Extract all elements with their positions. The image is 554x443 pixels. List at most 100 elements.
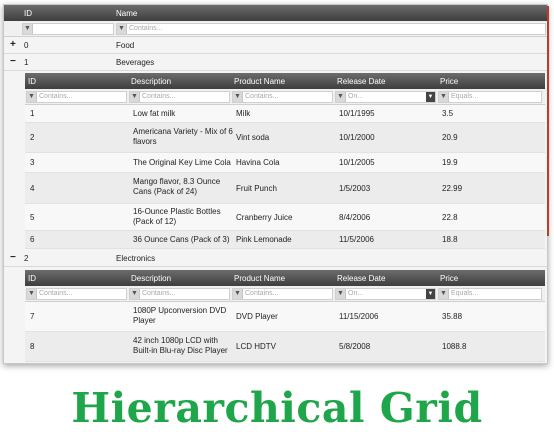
funnel-icon[interactable]: ▼ xyxy=(23,24,33,34)
collapse-toggle[interactable]: − xyxy=(10,252,16,263)
cell-id: 3 xyxy=(30,158,35,167)
cell-price: 1088.8 xyxy=(442,342,467,351)
child-row[interactable]: 5 16-Ounce Plastic Bottles (Pack of 12) … xyxy=(25,204,545,231)
funnel-icon[interactable]: ▼ xyxy=(336,92,346,102)
cell-price: 22.8 xyxy=(442,213,458,222)
child-filter-id[interactable]: ▼ Contains... xyxy=(26,91,127,103)
cell-product-name: Havina Cola xyxy=(236,158,280,167)
cell-release-date: 8/4/2006 xyxy=(339,213,371,222)
cell-product-name: LCD HDTV xyxy=(236,342,277,351)
parent-id: 0 xyxy=(24,41,29,50)
cell-id: 5 xyxy=(30,213,35,222)
cell-description: Americana Variety - Mix of 6 flavors xyxy=(133,127,233,146)
child-row[interactable]: 4 Mango flavor, 8.3 Ounce Cans (Pack of … xyxy=(25,173,545,204)
child-filter-id[interactable]: ▼ Contains... xyxy=(26,288,127,300)
cell-description: 1080P Upconversion DVD Player xyxy=(133,306,227,325)
child-row[interactable]: 6 36 Ounce Cans (Pack of 3) Pink Lemonad… xyxy=(25,231,545,249)
child-header-price[interactable]: Price xyxy=(440,77,458,86)
cell-id: 8 xyxy=(30,342,35,351)
funnel-icon[interactable]: ▼ xyxy=(439,92,449,102)
child-header: ID Description Product Name Release Date… xyxy=(25,73,545,89)
hierarchical-grid: ID Name ▼ ▼ Contains... + 0 Food − 1 Beve… xyxy=(3,4,548,364)
funnel-icon[interactable]: ▼ xyxy=(233,289,243,299)
cell-id: 6 xyxy=(30,235,35,244)
cell-id: 1 xyxy=(30,109,35,118)
funnel-icon[interactable]: ▼ xyxy=(233,92,243,102)
cell-product-name: Cranberry Juice xyxy=(236,213,293,222)
child-row[interactable]: 3 The Original Key Lime Cola Havina Cola… xyxy=(25,153,545,173)
cell-release-date: 10/1/2000 xyxy=(339,133,375,142)
filter-cell-name[interactable]: ▼ Contains... xyxy=(116,23,546,35)
child-filter-product-name[interactable]: ▼ Contains... xyxy=(232,91,333,103)
cell-price: 22.99 xyxy=(442,184,463,193)
cell-release-date: 10/1/1995 xyxy=(339,109,375,118)
chevron-down-icon[interactable]: ▼ xyxy=(426,289,435,299)
child-row[interactable]: 1 Low fat milk Milk 10/1/1995 3.5 xyxy=(25,105,545,123)
cell-description: 16-Ounce Plastic Bottles (Pack of 12) xyxy=(133,207,221,226)
parent-id: 2 xyxy=(24,254,29,263)
child-header-id[interactable]: ID xyxy=(28,274,36,283)
grid-filter-row: ▼ ▼ Contains... xyxy=(4,21,547,37)
cell-price: 18.8 xyxy=(442,235,458,244)
cell-release-date: 11/5/2006 xyxy=(339,235,374,244)
chevron-down-icon[interactable]: ▼ xyxy=(426,92,435,102)
funnel-icon[interactable]: ▼ xyxy=(27,92,37,102)
child-filter-row: ▼ Contains... ▼ Contains... ▼ Contains... ▼… xyxy=(25,89,545,105)
collapse-toggle[interactable]: − xyxy=(10,56,16,67)
filter-name-placeholder: Contains... xyxy=(129,25,163,32)
cell-price: 19.9 xyxy=(442,158,458,167)
child-header-product-name[interactable]: Product Name xyxy=(234,274,285,283)
scrollbar-accent xyxy=(547,6,549,236)
parent-row-beverages[interactable]: − 1 Beverages xyxy=(4,54,547,71)
child-filter-description[interactable]: ▼ Contains... xyxy=(129,91,230,103)
cell-price: 20.9 xyxy=(442,133,458,142)
expand-toggle[interactable]: + xyxy=(10,39,16,50)
child-header-product-name[interactable]: Product Name xyxy=(234,77,285,86)
cell-price: 35.88 xyxy=(442,312,463,321)
cell-id: 4 xyxy=(30,184,35,193)
funnel-icon[interactable]: ▼ xyxy=(117,24,127,34)
child-header-release-date[interactable]: Release Date xyxy=(337,77,385,86)
child-header-release-date[interactable]: Release Date xyxy=(337,274,385,283)
cell-price: 3.5 xyxy=(442,109,454,118)
child-filter-description[interactable]: ▼ Contains... xyxy=(129,288,230,300)
cell-release-date: 11/15/2006 xyxy=(339,312,379,321)
child-header-description[interactable]: Description xyxy=(131,77,171,86)
child-row[interactable]: 8 42 inch 1080p LCD with Built-in Blu-ra… xyxy=(25,332,545,362)
child-row[interactable]: 2 Americana Variety - Mix of 6 flavors V… xyxy=(25,123,545,153)
child-filter-price[interactable]: ▼ Equals... xyxy=(438,288,542,300)
parent-name: Food xyxy=(116,41,135,50)
parent-name: Beverages xyxy=(116,58,155,67)
child-filter-release-date[interactable]: ▼ On... ▼ xyxy=(335,288,436,300)
funnel-icon[interactable]: ▼ xyxy=(27,289,37,299)
child-grid-beverages: ID Description Product Name Release Date… xyxy=(25,73,545,249)
filter-placeholder: On... xyxy=(348,93,364,100)
cell-release-date: 10/1/2005 xyxy=(339,158,375,167)
filter-cell-id[interactable]: ▼ xyxy=(22,23,114,35)
filter-placeholder: Contains... xyxy=(142,93,176,100)
filter-placeholder: Contains... xyxy=(245,93,279,100)
cell-description: 42 inch 1080p LCD with Built-in Blu-ray … xyxy=(133,336,228,355)
funnel-icon[interactable]: ▼ xyxy=(130,92,140,102)
column-header-name[interactable]: Name xyxy=(116,9,137,18)
child-header-price[interactable]: Price xyxy=(440,274,458,283)
cell-product-name: Fruit Punch xyxy=(236,184,277,193)
child-header: ID Description Product Name Release Date… xyxy=(25,270,545,286)
funnel-icon[interactable]: ▼ xyxy=(130,289,140,299)
child-header-id[interactable]: ID xyxy=(28,77,36,86)
cell-product-name: Pink Lemonade xyxy=(236,235,292,244)
parent-row-electronics[interactable]: − 2 Electronics xyxy=(4,250,547,267)
column-header-id[interactable]: ID xyxy=(24,9,32,18)
child-grid-electronics: ID Description Product Name Release Date… xyxy=(25,270,545,362)
child-row[interactable]: 7 1080P Upconversion DVD Player DVD Play… xyxy=(25,302,545,332)
funnel-icon[interactable]: ▼ xyxy=(336,289,346,299)
child-filter-release-date[interactable]: ▼ On... ▼ xyxy=(335,91,436,103)
child-header-description[interactable]: Description xyxy=(131,274,171,283)
child-filter-product-name[interactable]: ▼ Contains... xyxy=(232,288,333,300)
parent-row-food[interactable]: + 0 Food xyxy=(4,37,547,54)
funnel-icon[interactable]: ▼ xyxy=(439,289,449,299)
cell-release-date: 1/5/2003 xyxy=(339,184,371,193)
child-filter-price[interactable]: ▼ Equals... xyxy=(438,91,542,103)
cell-id: 2 xyxy=(30,133,35,142)
filter-placeholder: On... xyxy=(348,290,364,297)
